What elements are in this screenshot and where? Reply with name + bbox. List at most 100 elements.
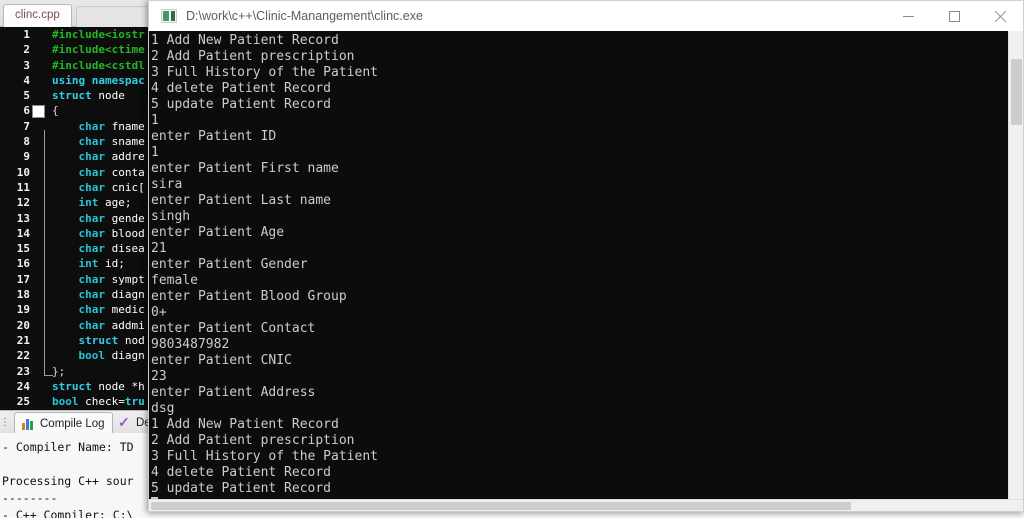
console-line: 2 Add Patient prescription: [151, 49, 355, 64]
line-number: 16: [16, 257, 30, 271]
purple-check-icon: ✓: [118, 413, 130, 430]
console-line: enter Patient Gender: [151, 257, 308, 272]
maximize-button[interactable]: [931, 1, 977, 31]
code-text: char blood: [50, 226, 145, 241]
minimize-icon: [902, 15, 914, 17]
line-number: 12: [16, 196, 30, 210]
line-number: 21: [16, 333, 30, 347]
console-line: 4 delete Patient Record: [151, 81, 332, 96]
log-tab-label: Compile Log: [40, 417, 105, 430]
line-number: 1: [23, 28, 30, 41]
console-line: 1: [151, 145, 159, 160]
console-output: 1 Add New Patient Record 2 Add Patient pr…: [151, 33, 1007, 499]
editor-tab-clinc-cpp[interactable]: clinc.cpp: [3, 4, 72, 27]
console-line: 5 update Patient Record: [151, 481, 332, 496]
code-text: char cnic[: [50, 180, 145, 195]
code-token: gende: [111, 211, 145, 225]
line-number: 20: [16, 318, 30, 332]
line-number: 8: [23, 135, 30, 149]
console-line: 1 Add New Patient Record: [151, 33, 339, 48]
console-horizontal-scrollbar[interactable]: [149, 499, 1023, 511]
code-token: sympt: [111, 272, 145, 286]
code-text: bool diagn: [50, 348, 145, 363]
code-token: check=: [85, 395, 125, 409]
console-vertical-scrollbar[interactable]: [1008, 31, 1023, 499]
line-number: 14: [16, 226, 30, 240]
close-button[interactable]: [977, 1, 1023, 31]
console-line: enter Patient Address: [151, 385, 316, 400]
code-text: struct node: [50, 88, 125, 103]
console-line: 0+: [151, 305, 167, 320]
maximize-icon: [948, 10, 960, 22]
code-text: char gende: [50, 211, 145, 226]
console-line: 3 Full History of the Patient: [151, 449, 378, 464]
console-line: 1: [151, 113, 159, 128]
code-fold-toggle[interactable]: [32, 104, 45, 118]
code-text: char addmi: [50, 318, 145, 333]
code-token: char: [78, 135, 112, 149]
log-tab-compile-log[interactable]: Compile Log: [14, 412, 113, 434]
code-token: sname: [111, 135, 145, 149]
code-token: char: [78, 226, 112, 240]
code-token: struct: [52, 89, 99, 103]
code-text: char medic: [50, 302, 145, 317]
line-number: 7: [23, 119, 30, 133]
console-line: enter Patient Blood Group: [151, 289, 347, 304]
screen-root: clinc.cpp 1 #include<iostr 2 #include<ctime…: [0, 0, 1024, 518]
code-text: struct node *h: [50, 379, 145, 394]
line-number: 10: [16, 165, 30, 179]
line-number: 23: [16, 364, 30, 378]
console-line: singh: [151, 209, 191, 224]
code-text: };: [50, 364, 65, 379]
console-line: enter Patient Age: [151, 225, 285, 240]
code-token: diagn: [111, 288, 145, 302]
console-window[interactable]: D:\work\c++\Clinic-Manangement\clinc.exe…: [148, 0, 1024, 512]
editor-tab-label: clinc.cpp: [15, 9, 60, 21]
code-text: char sympt: [50, 272, 145, 287]
code-text: int age;: [50, 195, 132, 210]
code-token: diagn: [111, 349, 145, 363]
console-line: 9803487982: [151, 337, 230, 352]
code-text: bool check=tru: [50, 394, 145, 409]
line-number: 18: [16, 288, 30, 302]
code-token: char: [78, 288, 112, 302]
code-text: char fname: [50, 119, 145, 134]
line-number: 6: [23, 104, 30, 118]
console-line: 21: [151, 241, 167, 256]
code-text: char sname: [50, 134, 145, 149]
line-number: 3: [23, 58, 30, 72]
line-number: 4: [23, 73, 30, 87]
code-token: addmi: [111, 318, 145, 332]
code-token: #include<cstdl: [52, 58, 145, 72]
editor-tab-placeholder[interactable]: [76, 6, 156, 27]
code-token: };: [52, 364, 66, 378]
code-token: char: [78, 150, 112, 164]
console-line: sira: [151, 177, 183, 192]
code-token: char: [78, 165, 112, 179]
bar-chart-icon: [22, 418, 36, 430]
minimize-button[interactable]: [885, 1, 931, 31]
console-vertical-scroll-thumb[interactable]: [1011, 59, 1022, 125]
code-token: struct: [52, 379, 99, 393]
code-token: #include<iostr: [52, 28, 145, 41]
code-token: char: [78, 211, 112, 225]
log-tab-overflow-icon[interactable]: ⋮: [0, 417, 10, 429]
console-titlebar[interactable]: D:\work\c++\Clinic-Manangement\clinc.exe: [149, 1, 1023, 31]
console-body[interactable]: 1 Add New Patient Record 2 Add Patient pr…: [149, 31, 1023, 511]
line-number: 13: [16, 211, 30, 225]
console-line: 1 Add New Patient Record: [151, 417, 339, 432]
code-token: int: [78, 257, 105, 271]
code-token: medic: [111, 303, 145, 317]
console-horizontal-scroll-thumb[interactable]: [151, 502, 851, 510]
